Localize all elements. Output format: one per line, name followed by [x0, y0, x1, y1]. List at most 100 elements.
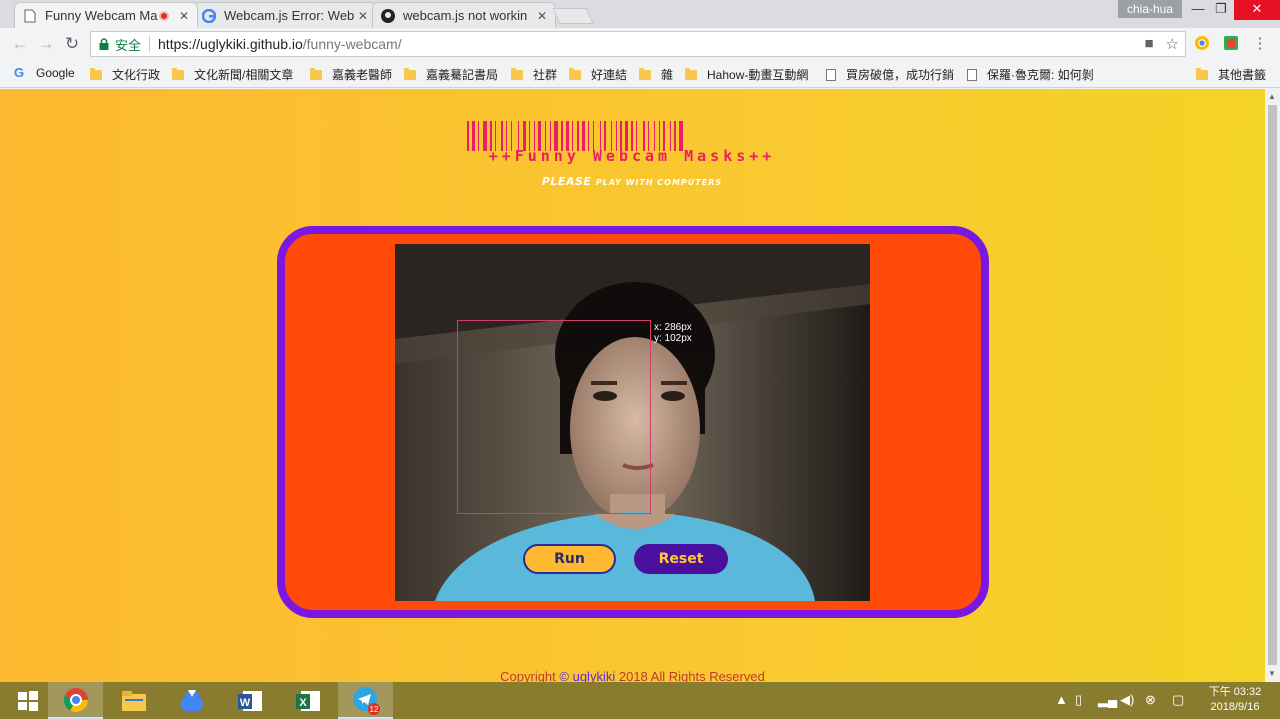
close-tab-icon[interactable]: ✕: [179, 9, 189, 23]
tab-strip: Funny Webcam Ma ✕ Webcam.js Error: Web ✕…: [0, 0, 1280, 28]
tagline: PLEASE PLAY WITH COMPUTERS: [462, 175, 802, 188]
svg-text:X: X: [299, 697, 307, 709]
bookmark-other[interactable]: 其他書籤: [1196, 66, 1266, 83]
scroll-down-icon[interactable]: ▼: [1268, 669, 1276, 678]
tagline-rest: PLAY WITH COMPUTERS: [595, 178, 723, 187]
copyright-prefix: Copyright: [500, 669, 556, 682]
page-icon: [826, 68, 836, 81]
taskbar-file-explorer[interactable]: [106, 682, 161, 719]
folder-icon: [1196, 67, 1208, 80]
close-tab-icon[interactable]: ✕: [537, 9, 547, 23]
run-button[interactable]: Run: [523, 544, 616, 574]
tagline-please: PLEASE: [541, 175, 592, 188]
face-detection-box: [457, 320, 651, 514]
system-clock[interactable]: 下午 03:32 2018/9/16: [1200, 685, 1270, 715]
divider: [149, 36, 151, 52]
author-link[interactable]: © uglykiki: [559, 669, 615, 682]
bookmark-folder[interactable]: 好連結: [569, 66, 627, 83]
chrome-icon: [63, 687, 88, 712]
close-tab-icon[interactable]: ✕: [358, 9, 368, 23]
back-icon[interactable]: ←: [10, 34, 30, 54]
folder-icon: [90, 67, 102, 80]
folder-icon: [511, 67, 523, 80]
profile-button[interactable]: chia-hua: [1118, 0, 1182, 18]
copyright-suffix: 2018 All Rights Reserved: [618, 669, 765, 682]
word-icon: W: [237, 690, 262, 711]
start-button[interactable]: [0, 682, 55, 719]
telegram-badge: 12: [369, 705, 378, 714]
folder-icon: [639, 67, 651, 80]
lock-icon: [99, 38, 111, 50]
sync-icon[interactable]: ⊗: [1145, 692, 1156, 708]
new-tab-button[interactable]: [552, 8, 594, 24]
menu-icon[interactable]: ⋮: [1250, 33, 1270, 53]
folder-icon: [569, 67, 581, 80]
windows-icon: [17, 690, 38, 711]
camera-in-use-icon[interactable]: ■: [1144, 35, 1153, 53]
bookmark-folder[interactable]: Hahow-動畫互動網: [685, 66, 808, 83]
tab-webcam-not-working[interactable]: webcam.js not workin ✕: [372, 2, 556, 28]
svg-text:W: W: [239, 697, 250, 709]
logo-text: ++Funny Webcam Masks++: [488, 147, 776, 165]
bookmark-folder[interactable]: 雜: [639, 66, 673, 83]
windows-taskbar: W X 12 ▲ ▯ ▂▄ ◀) ⊗ ▢ 下午 03:32 2018/9/16: [0, 682, 1280, 719]
folder-icon: [172, 67, 184, 80]
recording-icon: [158, 10, 169, 21]
folder-icon: [685, 67, 697, 80]
bookmark-folder[interactable]: 嘉義驀記書局: [404, 66, 498, 83]
tab-title: Funny Webcam Ma: [45, 8, 158, 23]
bookmark-page[interactable]: 保羅·魯克爾: 如何剝: [967, 66, 1094, 83]
taskbar-telegram[interactable]: 12: [338, 682, 393, 719]
folder-icon: [404, 67, 416, 80]
clock-time: 下午 03:32: [1208, 686, 1262, 698]
folder-icon: [310, 67, 322, 80]
folder-icon: [121, 690, 146, 711]
bookmark-folder[interactable]: 文化新聞/相關文章: [172, 66, 293, 83]
bookmark-folder[interactable]: 社群: [511, 66, 557, 83]
github-icon: [381, 8, 395, 23]
reset-button[interactable]: Reset: [634, 544, 728, 574]
secure-label: 安全: [115, 37, 142, 53]
bookmark-star-icon[interactable]: ☆: [1166, 35, 1179, 53]
url-host: https://uglykiki.github.io: [158, 36, 303, 52]
extension-icon[interactable]: [1221, 33, 1241, 53]
browser-toolbar: ← → ↻ 安全 https://uglykiki.github.io /fun…: [0, 28, 1280, 60]
taskbar-chrome[interactable]: [48, 682, 103, 719]
bookmark-page[interactable]: 買房破億，成功行銷: [826, 66, 954, 83]
page-icon: [23, 9, 37, 23]
google-icon: G: [14, 65, 25, 80]
bookmark-folder[interactable]: 嘉義老醫師: [310, 66, 392, 83]
reload-icon[interactable]: ↻: [62, 34, 82, 54]
volume-icon[interactable]: ◀): [1120, 692, 1134, 708]
telegram-icon: 12: [352, 686, 380, 715]
scrollbar-thumb[interactable]: [1268, 105, 1277, 665]
coordinate-x: x: 286px: [654, 322, 692, 333]
tray-expand-icon[interactable]: ▲: [1055, 692, 1068, 707]
taskbar-google-drive[interactable]: [164, 682, 219, 719]
excel-icon: X: [295, 690, 320, 711]
close-window-icon[interactable]: ✕: [1234, 0, 1280, 20]
tab-title: webcam.js not workin: [403, 8, 528, 23]
taskbar-excel[interactable]: X: [280, 682, 335, 719]
bookmark-google[interactable]: G Google: [14, 65, 75, 81]
google-icon: [202, 8, 216, 23]
clock-date: 2018/9/16: [1210, 701, 1260, 713]
wifi-icon[interactable]: ▂▄: [1098, 692, 1117, 708]
bookmark-folder[interactable]: 文化行政: [90, 66, 160, 83]
restore-icon[interactable]: ❐: [1206, 0, 1236, 20]
google-drive-icon: [179, 689, 204, 711]
forward-icon[interactable]: →: [36, 34, 56, 54]
url-path: /funny-webcam/: [302, 36, 402, 52]
scroll-up-icon[interactable]: ▲: [1268, 92, 1276, 101]
taskbar-word[interactable]: W: [222, 682, 277, 719]
detection-coordinates: x: 286px y: 102px: [654, 322, 692, 344]
webcam-feed: x: 286px y: 102px: [395, 244, 870, 601]
tab-webcam-error[interactable]: Webcam.js Error: Web ✕: [193, 2, 377, 28]
address-bar[interactable]: 安全 https://uglykiki.github.io /funny-web…: [90, 31, 1186, 57]
tab-funny-webcam[interactable]: Funny Webcam Ma ✕: [14, 2, 198, 28]
chrome-extension-icon[interactable]: [1192, 33, 1212, 53]
power-icon[interactable]: ▯: [1075, 692, 1082, 708]
footer-copyright: Copyright © uglykiki 2018 All Rights Res…: [0, 669, 1265, 682]
notification-icon[interactable]: ▢: [1172, 692, 1184, 708]
vertical-scrollbar[interactable]: ▲ ▼: [1265, 89, 1280, 682]
